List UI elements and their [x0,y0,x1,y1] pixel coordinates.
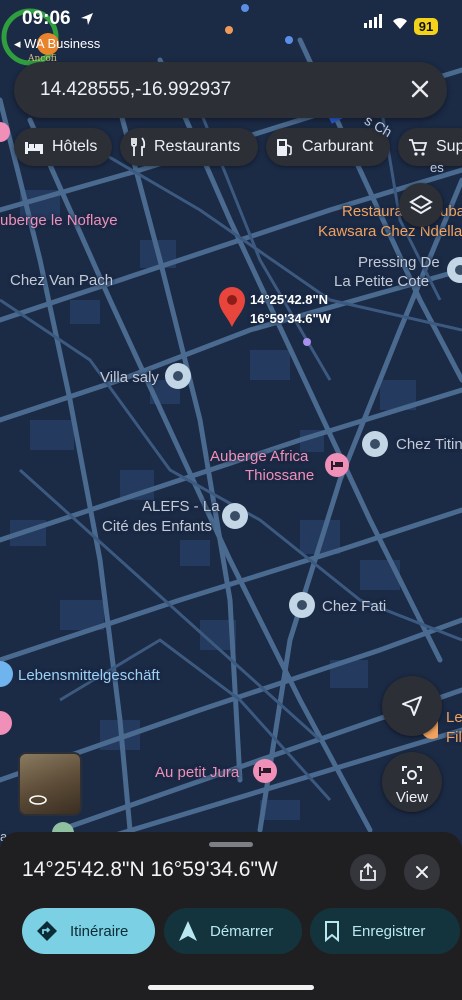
search-input[interactable]: 14.428555,-16.992937 [40,79,231,101]
close-icon [416,866,428,878]
close-icon[interactable] [407,76,433,102]
cart-icon [409,139,428,156]
chip-label: Hôtels [52,138,98,155]
battery-indicator: 91 [414,18,438,35]
fuel-pump-icon [277,139,292,156]
start-button[interactable]: Démarrer [164,908,302,954]
directions-label: Itinéraire [70,922,129,940]
chip-label: Carburant [302,138,374,155]
chip-hotels[interactable]: Hôtels [14,128,112,166]
navigation-arrow-icon [402,696,422,716]
poi-marker-villa-saly[interactable] [164,362,192,390]
navigation-arrow-icon [179,921,197,941]
camera-view-icon [402,766,422,784]
place-auberge-africa[interactable]: Auberge Africa [210,448,308,465]
status-bar: 09:06 ◂ WA Business Ancofi 91 [0,0,462,66]
edge-marker [0,122,10,142]
bed-icon [25,142,43,154]
hotel-marker-auberge-africa[interactable] [324,452,350,478]
place-pressing-line2: La Petite Cote [334,273,430,290]
place-au-petit-jura[interactable]: Au petit Jura [155,764,239,781]
layers-icon [409,194,433,215]
sheet-close-button[interactable] [404,854,440,890]
wifi-icon [393,18,407,29]
clock: 09:06 [22,8,71,29]
poi-marker-chez-fati[interactable] [288,591,316,619]
bookmark-icon [325,921,339,942]
share-icon [360,862,376,881]
search-bar[interactable]: 14.428555,-16.992937 [14,62,447,118]
place-alefs-line2: Cité des Enfants [102,518,213,535]
hotel-marker-au-petit-jura[interactable] [252,758,278,784]
place-restaurant-kawsara-fragment: uba [440,203,462,220]
shop-marker-lebensmittel[interactable] [0,660,14,688]
place-chez-van-pach[interactable]: Chez Van Pach [10,272,113,289]
place-le-fi-line2: Fil [446,729,462,746]
place-lebensmittelgeschaeft[interactable]: Lebensmittelgeschäft [18,667,160,684]
location-arrow-icon [81,13,93,25]
360-icon [29,795,47,805]
place-villa-saly[interactable]: Villa saly [100,369,159,386]
back-app-label: WA Business [24,36,101,51]
place-restaurant-kawsara[interactable]: Restaura [342,203,403,220]
street-view-thumbnail[interactable] [18,752,82,816]
pin-coordinates-label: 14°25'42.8"N 16°59'34.6"W [250,290,331,328]
my-location-button[interactable] [382,676,442,736]
back-to-app-link[interactable]: ◂ WA Business [14,36,100,52]
place-auberge-africa-line2: Thiossane [245,467,315,484]
share-button[interactable] [350,854,386,890]
place-chez-fati[interactable]: Chez Fati [322,598,386,615]
poi-marker-alefs[interactable] [221,502,249,530]
place-chez-titi[interactable]: Chez Titin [396,436,462,453]
pin-longitude: 16°59'34.6"W [250,311,331,326]
save-label: Enregistrer [352,922,426,940]
sheet-title: 14°25'42.8"N 16°59'34.6"W [22,858,278,881]
sheet-drag-handle[interactable] [209,842,253,847]
signal-icon [364,14,382,28]
chip-label: Sup [436,138,462,155]
home-indicator[interactable] [148,985,314,990]
save-button[interactable]: Enregistrer [310,908,460,954]
directions-button[interactable]: Itinéraire [22,908,155,954]
start-label: Démarrer [210,922,274,940]
view-button[interactable]: View [382,752,442,812]
layers-button[interactable] [399,183,443,227]
location-pin-icon[interactable] [217,286,247,328]
chip-label: Restaurants [154,138,241,155]
directions-icon [37,921,57,941]
fork-knife-icon [131,137,146,156]
place-le-fi[interactable]: Le [446,709,462,726]
chip-restaurants[interactable]: Restaurants [120,128,258,166]
place-auberge-noflaye[interactable]: uberge le Noflaye [0,212,118,229]
place-alefs[interactable]: ALEFS - La [142,498,220,515]
chip-fuel[interactable]: Carburant [266,128,390,166]
place-kawsara-chez-ndella[interactable]: Kawsara Chez Ndella [318,223,462,240]
poi-marker-pressing[interactable] [446,256,462,284]
pin-latitude: 14°25'42.8"N [250,292,329,307]
hotel-marker-edge[interactable] [0,710,14,736]
place-pressing[interactable]: Pressing De [358,254,440,271]
poi-marker-chez-titi[interactable] [361,430,389,458]
view-button-label: View [395,789,429,806]
street-label: es [430,160,444,175]
